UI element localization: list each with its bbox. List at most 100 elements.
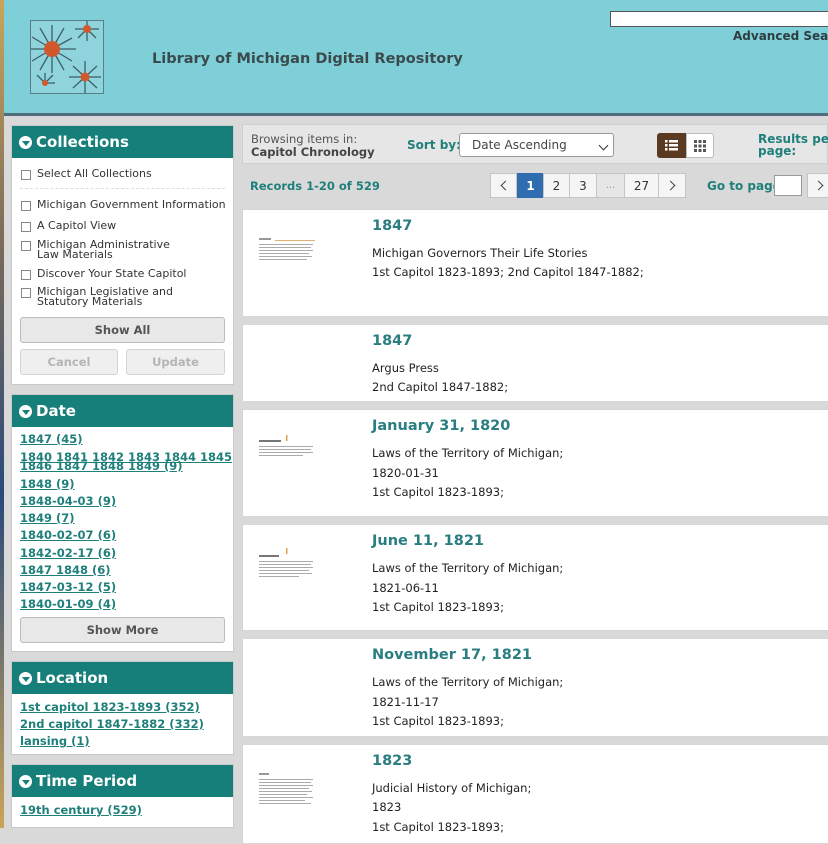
cancel-button[interactable]: Cancel	[20, 349, 118, 375]
page-button[interactable]: 2	[543, 173, 570, 198]
result-line: 1823	[372, 800, 402, 814]
site-header: Library of Michigan Digital Repository A…	[4, 0, 828, 116]
sort-select[interactable]: Date Ascending	[459, 133, 614, 157]
checkbox[interactable]	[21, 288, 31, 298]
result-line: Argus Press	[372, 361, 439, 375]
location-facet-link[interactable]: 1st capitol 1823-1893 (352)	[20, 701, 200, 713]
result-line: 1821-06-11	[372, 581, 439, 595]
result-title[interactable]: November 17, 1821	[372, 647, 532, 663]
date-facet-link[interactable]: 1848-04-03 (9)	[20, 495, 116, 507]
sort-value: Date Ascending	[472, 138, 567, 152]
checkbox[interactable]	[21, 270, 31, 280]
page-button[interactable]: 27	[624, 173, 659, 198]
document-thumbnail[interactable]	[257, 432, 315, 492]
result-line: Michigan Governors Their Life Stories	[372, 246, 588, 260]
result-line: Laws of the Territory of Michigan;	[372, 675, 564, 689]
date-heading: Date	[36, 402, 76, 420]
document-thumbnail[interactable]	[257, 547, 315, 607]
window-edge	[0, 0, 4, 828]
collection-label: Michigan Administrative Law Materials	[37, 238, 170, 261]
chevron-right-icon	[665, 180, 676, 191]
result-line: 1st Capitol 1823-1893;	[372, 485, 504, 499]
result-card[interactable]: June 11, 1821 Laws of the Territory of M…	[242, 524, 828, 631]
select-all-collections[interactable]: Select All Collections	[12, 167, 152, 180]
checkbox[interactable]	[21, 201, 31, 211]
collection-item[interactable]: Michigan Government Information	[12, 199, 226, 211]
results-per-page-label: Results per page:	[758, 133, 828, 157]
results-toolbar: Browsing items in: Capitol Chronology So…	[242, 124, 828, 164]
collection-item[interactable]: Discover Your State Capitol	[12, 268, 186, 280]
grid-icon	[694, 140, 706, 152]
location-facet-link[interactable]: lansing (1)	[20, 735, 90, 747]
collapse-icon	[19, 774, 32, 788]
advanced-search-link[interactable]: Advanced Search	[733, 29, 828, 43]
collection-item[interactable]: Michigan Administrative Law Materials	[12, 238, 191, 261]
result-card[interactable]: January 31, 1820 Laws of the Territory o…	[242, 409, 828, 517]
collection-item[interactable]: A Capitol View	[12, 220, 116, 232]
time-period-panel: Time Period 19th century (529)	[11, 764, 234, 828]
divider	[20, 188, 225, 189]
result-title[interactable]: January 31, 1820	[372, 418, 510, 434]
location-panel: Location 1st capitol 1823-1893 (352) 2nd…	[11, 661, 234, 755]
page-button[interactable]: 1	[517, 173, 544, 198]
time-period-heading: Time Period	[36, 772, 138, 790]
select-all-label: Select All Collections	[37, 167, 152, 180]
result-card[interactable]: 1847 Michigan Governors Their Life Stori…	[242, 209, 828, 317]
browsing-collection: Capitol Chronology	[251, 145, 375, 159]
date-facet-link[interactable]: 1848 (9)	[20, 478, 75, 490]
date-facet-link[interactable]: 1846 1847 1848 1849 (9)	[20, 460, 183, 472]
update-button[interactable]: Update	[126, 349, 225, 375]
chevron-down-icon	[598, 140, 609, 151]
date-facet-link[interactable]: 1840-02-07 (6)	[20, 529, 116, 541]
sort-label: Sort by:	[407, 138, 461, 152]
sunburst-logo-icon	[31, 21, 103, 93]
site-logo[interactable]	[30, 20, 104, 94]
result-line: Laws of the Territory of Michigan;	[372, 446, 564, 460]
results-per-page-line: page:	[758, 144, 797, 158]
page-button[interactable]: 3	[569, 173, 597, 198]
page-ellipsis: ...	[596, 173, 625, 198]
result-title[interactable]: June 11, 1821	[372, 533, 484, 549]
grid-view-button[interactable]	[686, 133, 714, 158]
site-title[interactable]: Library of Michigan Digital Repository	[152, 51, 463, 67]
result-card[interactable]: November 17, 1821 Laws of the Territory …	[242, 638, 828, 737]
result-line: 1st Capitol 1823-1893;	[372, 820, 504, 834]
result-line: 1st Capitol 1823-1893;	[372, 600, 504, 614]
goto-page-button[interactable]	[807, 173, 828, 198]
goto-page-input[interactable]	[774, 175, 802, 196]
prev-page-button[interactable]	[490, 173, 517, 198]
date-facet-link[interactable]: 1847-03-12 (5)	[20, 581, 116, 593]
result-title[interactable]: 1847	[372, 218, 412, 234]
date-panel-header[interactable]: Date	[12, 395, 233, 427]
checkbox[interactable]	[21, 222, 31, 232]
date-facet-link[interactable]: 1847 (45)	[20, 433, 83, 445]
collections-heading: Collections	[36, 133, 129, 151]
collapse-icon	[19, 135, 32, 149]
show-all-button[interactable]: Show All	[20, 317, 225, 343]
collections-panel: Collections Select All Collections Michi…	[11, 125, 234, 385]
collection-item[interactable]: Michigan Legislative and Statutory Mater…	[12, 286, 221, 307]
result-title[interactable]: 1847	[372, 333, 412, 349]
checkbox[interactable]	[21, 170, 31, 180]
result-title[interactable]: 1823	[372, 753, 412, 769]
date-panel: Date 1847 (45) 1840 1841 1842 1843 1844 …	[11, 394, 234, 652]
date-facet-link[interactable]: 1849 (7)	[20, 512, 75, 524]
search-input[interactable]	[610, 11, 828, 27]
date-facet-link[interactable]: 1847 1848 (6)	[20, 564, 111, 576]
location-panel-header[interactable]: Location	[12, 662, 233, 694]
document-thumbnail[interactable]	[257, 232, 315, 292]
list-view-button[interactable]	[657, 133, 686, 158]
checkbox[interactable]	[21, 241, 31, 251]
date-facet-link[interactable]: 1840-01-09 (4)	[20, 598, 116, 610]
time-period-panel-header[interactable]: Time Period	[12, 765, 233, 797]
result-card[interactable]: 1847 Argus Press 2nd Capitol 1847-1882;	[242, 324, 828, 402]
time-period-facet-link[interactable]: 19th century (529)	[20, 804, 142, 816]
chevron-left-icon	[500, 180, 510, 191]
result-card[interactable]: 1823 Judicial History of Michigan; 1823 …	[242, 744, 828, 844]
location-facet-link[interactable]: 2nd capitol 1847-1882 (332)	[20, 718, 204, 730]
show-more-button[interactable]: Show More	[20, 617, 225, 643]
next-page-button[interactable]	[658, 173, 686, 198]
document-thumbnail[interactable]	[257, 767, 315, 827]
collections-panel-header[interactable]: Collections	[12, 126, 233, 158]
date-facet-link[interactable]: 1842-02-17 (6)	[20, 547, 116, 559]
